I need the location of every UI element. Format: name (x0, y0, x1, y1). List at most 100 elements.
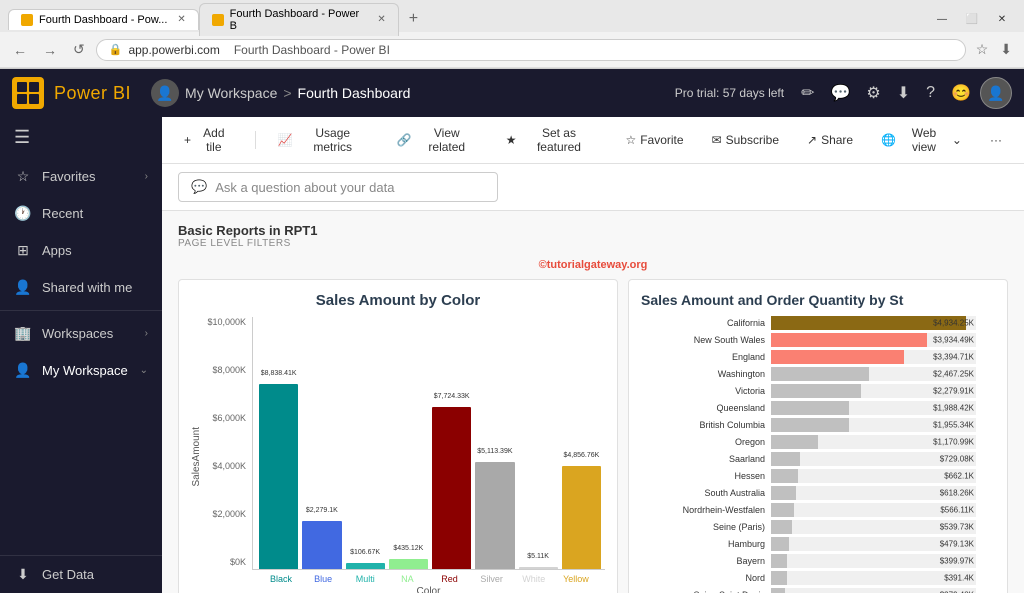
back-button[interactable]: ← (8, 40, 32, 60)
web-view-button[interactable]: 🌐 Web view ⌄ (875, 123, 968, 157)
qa-input[interactable]: 💬 Ask a question about your data (178, 172, 498, 202)
hbar-bar-rect[interactable] (771, 452, 800, 466)
hbar-state-label: Nordrhein-Westfalen (641, 505, 771, 515)
maximize-button[interactable]: ⬜ (958, 5, 986, 33)
bar-rect[interactable]: $2,279.1K (302, 521, 341, 569)
hbar-bar-rect[interactable] (771, 401, 849, 415)
hbar-value-label: $2,279.91K (933, 387, 974, 396)
usage-metrics-button[interactable]: 📈 Usage metrics (272, 123, 375, 157)
tab-active[interactable]: Fourth Dashboard - Pow... ✕ (8, 9, 199, 30)
forward-button[interactable]: → (38, 40, 62, 60)
bar-rect[interactable]: $5.11K (519, 567, 558, 569)
hbar-bar-rect[interactable] (771, 520, 792, 534)
settings-button[interactable]: ⚙ (859, 79, 887, 107)
bar-rect[interactable]: $106.67K (346, 563, 385, 569)
bar-group: $5,113.39K (475, 462, 514, 569)
bar-x-label: Silver (473, 574, 511, 584)
hbar-bar-rect[interactable] (771, 571, 787, 585)
usage-metrics-label: Usage metrics (297, 126, 369, 154)
hbar-chart: California$4,934.25KNew South Wales$3,93… (641, 316, 976, 593)
logo-dot-2 (29, 82, 39, 92)
edit-button[interactable]: ✏ (794, 79, 821, 107)
bar-rect[interactable]: $4,856.76K (562, 466, 601, 569)
bookmark-button[interactable]: ☆ (972, 39, 993, 60)
hbar-bar-rect[interactable] (771, 503, 794, 517)
hbar-bar-rect[interactable] (771, 350, 904, 364)
hbar-bar-rect[interactable] (771, 469, 798, 483)
bar-rect[interactable]: $5,113.39K (475, 462, 514, 569)
sidebar-item-shared[interactable]: 👤 Shared with me (0, 269, 162, 306)
hbar-bar-rect[interactable] (771, 588, 785, 593)
hbar-state-label: Queensland (641, 403, 771, 413)
set-featured-button[interactable]: ★ Set as featured (500, 123, 604, 157)
add-tile-button[interactable]: + Add tile (178, 123, 239, 157)
sidebar-item-recent[interactable]: 🕐 Recent (0, 195, 162, 232)
logo-dot-4 (29, 94, 39, 104)
breadcrumb-current: Fourth Dashboard (298, 85, 411, 101)
sidebar-item-workspaces[interactable]: 🏢 Workspaces › (0, 315, 162, 352)
close-button[interactable]: ✕ (988, 5, 1016, 33)
hbar-bar-rect[interactable] (771, 418, 849, 432)
tab-close-btn[interactable]: ✕ (177, 14, 185, 25)
sidebar-item-apps[interactable]: ⊞ Apps (0, 232, 162, 269)
subscribe-button[interactable]: ✉ Subscribe (706, 130, 785, 150)
logo-dot-1 (17, 82, 27, 92)
bar-group: $435.12K (389, 559, 428, 570)
hbar-bar-rect[interactable] (771, 333, 927, 347)
recent-icon: 🕐 (14, 205, 32, 222)
hbar-value-label: $2,467.25K (933, 370, 974, 379)
workspaces-chevron-icon: › (145, 328, 148, 339)
sidebar-item-favorites[interactable]: ☆ Favorites › (0, 158, 162, 195)
topbar-icon-buttons: ✏ 💬 ⚙ ⬇ ? 😊 👤 (794, 77, 1012, 109)
view-related-button[interactable]: 🔗 View related (391, 123, 484, 157)
refresh-button[interactable]: ↺ (68, 39, 90, 60)
bar-chart-title: Sales Amount by Color (191, 292, 605, 309)
hbar-bar-container: $618.26K (771, 486, 976, 500)
bar-chart-area: $8,838.41K$2,279.1K $106.67K $435.12K $7,72… (252, 317, 605, 593)
minimize-button[interactable]: — (928, 5, 956, 33)
tab-close-btn-2[interactable]: ✕ (377, 14, 385, 25)
favorite-button[interactable]: ☆ Favorite (619, 130, 689, 150)
download-topbar-button[interactable]: ⬇ (890, 79, 917, 107)
logo-dot-3 (17, 94, 27, 104)
sidebar-item-shared-label: Shared with me (42, 280, 148, 295)
help-button[interactable]: ? (919, 80, 942, 106)
tab-inactive[interactable]: Fourth Dashboard - Power B ✕ (199, 3, 399, 36)
share-button[interactable]: ↗ Share (801, 130, 859, 150)
bar-rect[interactable]: $8,838.41K (259, 384, 298, 569)
breadcrumb-separator: > (283, 85, 291, 101)
download-button[interactable]: ⬇ (996, 39, 1016, 60)
hbar-bar-rect[interactable] (771, 554, 787, 568)
tab-label: Fourth Dashboard - Pow... (39, 14, 167, 26)
sidebar-item-my-workspace-label: My Workspace (42, 363, 130, 378)
new-tab-button[interactable]: + (403, 10, 424, 28)
share-label: Share (821, 133, 853, 147)
hbar-bar-rect[interactable] (771, 537, 789, 551)
bar-rect[interactable]: $435.12K (389, 559, 428, 570)
sidebar-item-my-workspace[interactable]: 👤 My Workspace ⌄ (0, 352, 162, 389)
sidebar-divider (0, 310, 162, 311)
emoji-button[interactable]: 😊 (944, 79, 978, 107)
address-bar[interactable]: 🔒 app.powerbi.com Fourth Dashboard - Pow… (96, 39, 966, 61)
comment-button[interactable]: 💬 (824, 79, 858, 107)
view-related-label: View related (416, 126, 478, 154)
hbar-bar-rect[interactable] (771, 486, 796, 500)
hbar-bar-rect[interactable] (771, 384, 861, 398)
more-options-button[interactable]: ··· (984, 130, 1008, 150)
hbar-bar-rect[interactable] (771, 367, 869, 381)
user-account-avatar[interactable]: 👤 (980, 77, 1012, 109)
hbar-bar-container: $729.08K (771, 452, 976, 466)
user-avatar[interactable]: 👤 (151, 79, 179, 107)
bar-value-label: $435.12K (393, 545, 423, 552)
action-bar: + Add tile 📈 Usage metrics 🔗 View relate… (162, 117, 1024, 164)
sidebar-hamburger-button[interactable]: ☰ (0, 117, 162, 158)
hbar-value-label: $479.13K (940, 540, 974, 549)
bar-rect[interactable]: $7,724.33K (432, 407, 471, 569)
sidebar-item-apps-label: Apps (42, 243, 148, 258)
breadcrumb-workspace[interactable]: My Workspace (185, 85, 277, 101)
hbar-row: British Columbia$1,955.34K (641, 418, 976, 432)
get-data-button[interactable]: ⬇ Get Data (0, 555, 162, 593)
shared-icon: 👤 (14, 279, 32, 296)
hbar-bar-rect[interactable] (771, 435, 818, 449)
hbar-row: Victoria$2,279.91K (641, 384, 976, 398)
